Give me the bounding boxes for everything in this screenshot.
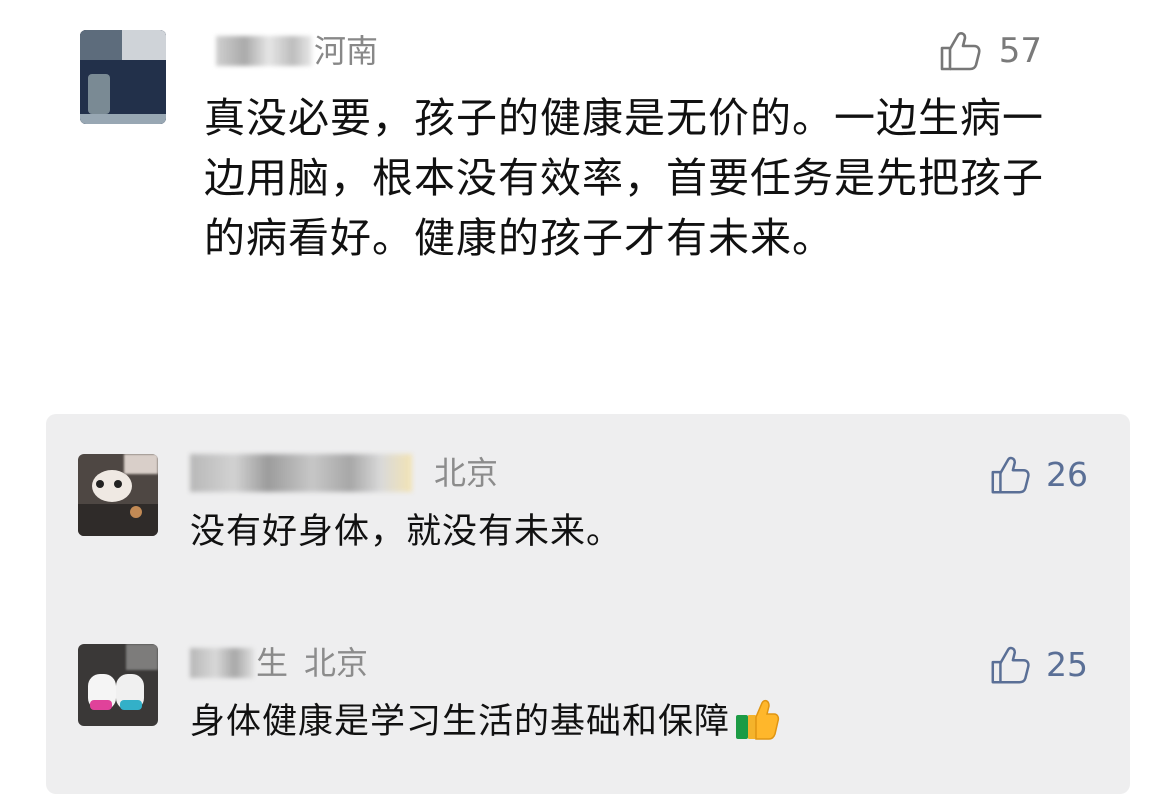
avatar-eye [96, 480, 104, 488]
avatar-blur [124, 454, 158, 474]
avatar[interactable] [78, 644, 158, 726]
reply-text: 身体健康是学习生活的基础和保障 [190, 702, 731, 742]
comment-text: 真没必要，孩子的健康是无价的。一边生病一边用脑，根本没有效率，首要任务是先把孩子… [204, 94, 1044, 262]
blurred-username [190, 454, 412, 492]
replies-panel: 北京 26 没有好身体，就没有未来。 生 北京 25 身体健康是学习生活的基础和… [46, 414, 1130, 794]
reply-location: 北京 [434, 454, 499, 492]
username-tail: 生 [256, 644, 289, 682]
reply-text: 没有好身体，就没有未来。 [190, 512, 623, 552]
like-button[interactable]: 26 [988, 452, 1088, 498]
like-button[interactable]: 25 [988, 642, 1088, 688]
thumbs-up-icon [988, 643, 1032, 687]
like-button[interactable]: 57 [937, 26, 1042, 76]
avatar-panda-blue [120, 700, 142, 710]
avatar[interactable] [80, 30, 166, 124]
comment-user-info[interactable]: 河南 [216, 28, 378, 74]
avatar-blur-left [80, 30, 122, 60]
reply-user-info[interactable]: 北京 [190, 450, 498, 496]
thumbs-up-icon [734, 697, 780, 743]
reply-text-container: 身体健康是学习生活的基础和保障 [190, 696, 780, 748]
blurred-username [190, 648, 254, 678]
main-comment: 河南 57 真没必要，孩子的健康是无价的。一边生病一边用脑，根本没有效率，首要任… [0, 0, 1176, 400]
reply-location: 北京 [304, 644, 369, 682]
avatar-panda-pink [90, 700, 112, 710]
like-count: 57 [998, 31, 1042, 71]
comment-location: 河南 [314, 32, 379, 70]
thumbs-up-icon [937, 28, 983, 74]
avatar-blur-right [122, 30, 166, 60]
avatar-eye [114, 480, 122, 488]
like-count: 25 [1046, 645, 1088, 684]
avatar-bottom [80, 114, 166, 124]
reply-item: 生 北京 25 身体健康是学习生活的基础和保障 [46, 634, 1130, 764]
like-count: 26 [1046, 455, 1088, 494]
avatar-blur [126, 644, 158, 670]
blurred-username [216, 36, 312, 66]
reply-item: 北京 26 没有好身体，就没有未来。 [46, 444, 1130, 574]
avatar-cookie [130, 506, 142, 518]
avatar-body [78, 504, 158, 536]
reply-user-info[interactable]: 生 北京 [190, 640, 368, 686]
avatar-figure [88, 74, 110, 114]
avatar[interactable] [78, 454, 158, 536]
thumbs-up-icon [988, 453, 1032, 497]
